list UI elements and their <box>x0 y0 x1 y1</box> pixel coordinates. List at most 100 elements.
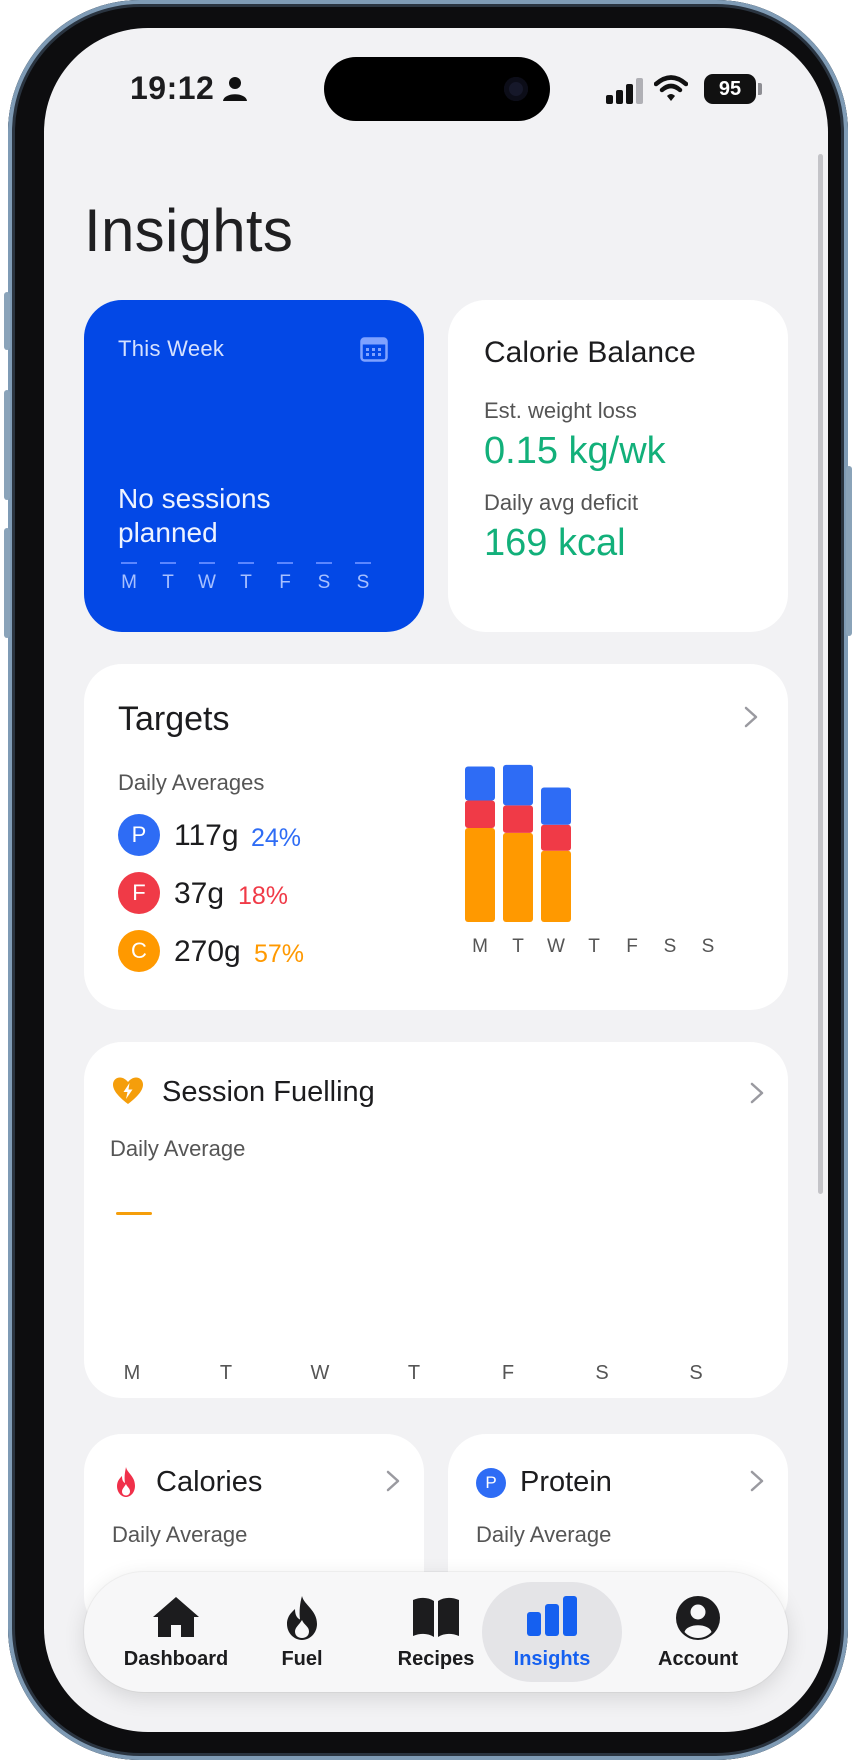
status-bar: 19:12 95 <box>44 28 828 148</box>
fuelling-day-label: S <box>595 1362 609 1384</box>
battery-indicator: 95 <box>704 74 756 104</box>
calories-subtitle: Daily Average <box>112 1522 248 1547</box>
tab-fuel[interactable]: Fuel <box>232 1582 372 1682</box>
fuelling-day-label: F <box>501 1362 515 1384</box>
flame-icon <box>287 1596 317 1640</box>
chart-day-label: T <box>512 936 524 957</box>
page-title: Insights <box>84 197 294 264</box>
chart-day-label: S <box>664 936 677 957</box>
heart-bolt-icon <box>113 1077 143 1104</box>
bar-segment-protein <box>465 766 495 801</box>
chart-day-label: W <box>547 936 565 957</box>
chevron-right-icon <box>750 1082 764 1104</box>
protein-percent: 24% <box>251 824 302 852</box>
week-day: S <box>348 562 378 594</box>
session-fuelling-subtitle: Daily Average <box>110 1136 246 1161</box>
bar-segment-fat <box>503 805 533 833</box>
bar-segment-fat <box>465 800 495 829</box>
session-fuelling-card[interactable]: Session Fuelling Daily Average M T W T F… <box>84 1042 788 1398</box>
phone-frame: 19:12 95 Insights This Week No sessions … <box>4 0 852 1760</box>
chevron-right-icon <box>744 706 758 728</box>
volume-up-button <box>4 390 10 500</box>
tab-label: Insights <box>513 1648 591 1670</box>
fuelling-day-label: W <box>310 1362 330 1384</box>
calorie-balance-card[interactable]: Calorie Balance Est. weight loss 0.15 kg… <box>448 300 788 632</box>
protein-icon: P <box>476 1468 506 1498</box>
screen: 19:12 95 Insights This Week No sessions … <box>44 28 828 1732</box>
chart-day-label: M <box>472 936 488 957</box>
protein-value: 117g <box>174 819 239 852</box>
fat-badge: F <box>118 872 160 914</box>
bar-chart-icon <box>527 1596 577 1636</box>
bar-segment-carbs <box>465 828 495 922</box>
person-circle-icon <box>676 1596 720 1640</box>
power-button <box>846 466 852 636</box>
chevron-right-icon <box>386 1470 400 1492</box>
bar-segment-protein <box>541 787 571 825</box>
tab-label: Account <box>658 1648 738 1670</box>
tab-dashboard[interactable]: Dashboard <box>106 1582 246 1682</box>
tab-bar: Dashboard Fuel Recipes Insights Account <box>84 1572 788 1692</box>
person-icon <box>223 77 247 101</box>
deficit-label: Daily avg deficit <box>484 490 639 515</box>
this-week-title: This Week <box>118 336 225 361</box>
tab-label: Fuel <box>281 1648 323 1670</box>
week-day: W <box>192 562 222 594</box>
dynamic-island <box>324 57 550 121</box>
bar-segment-carbs <box>541 850 571 922</box>
fuelling-day-label: M <box>123 1362 141 1384</box>
camera-icon <box>504 77 528 101</box>
protein-badge: P <box>118 814 160 856</box>
week-day: S <box>309 562 339 594</box>
this-week-card[interactable]: This Week No sessions planned M T W T F … <box>84 300 424 632</box>
empty-value-dash <box>116 1212 152 1215</box>
tab-account[interactable]: Account <box>628 1582 768 1682</box>
fuelling-day-label: T <box>219 1362 233 1384</box>
fuelling-day-label: T <box>407 1362 421 1384</box>
targets-stacked-bar-chart: MTWTFSS <box>465 764 715 957</box>
protein-title: Protein <box>520 1466 612 1498</box>
weight-loss-label: Est. weight loss <box>484 398 637 423</box>
battery-tip <box>758 83 762 95</box>
targets-subtitle: Daily Averages <box>118 770 265 795</box>
bar-segment-fat <box>541 824 571 851</box>
deficit-value: 169 kcal <box>484 522 626 564</box>
calorie-balance-title: Calorie Balance <box>484 336 696 369</box>
week-day: F <box>270 562 300 594</box>
scrollbar[interactable] <box>818 154 823 1194</box>
chart-day-label: S <box>702 936 715 957</box>
status-time: 19:12 <box>130 70 215 106</box>
session-fuelling-title: Session Fuelling <box>162 1076 375 1108</box>
tab-insights[interactable]: Insights <box>482 1582 622 1682</box>
book-icon <box>413 1597 459 1637</box>
chart-day-label: F <box>626 936 638 957</box>
week-day-strip: M T W T F S S <box>114 562 382 602</box>
action-button <box>4 292 10 350</box>
home-icon <box>153 1597 199 1637</box>
week-day: T <box>153 562 183 594</box>
volume-down-button <box>4 528 10 638</box>
fuelling-day-label: S <box>689 1362 703 1384</box>
wifi-icon <box>654 75 688 101</box>
carbs-badge: C <box>118 930 160 972</box>
calories-title: Calories <box>156 1466 263 1498</box>
carbs-percent: 57% <box>254 940 305 968</box>
fuelling-day-axis: M T W T F S S <box>112 1362 772 1388</box>
fire-icon <box>117 1467 135 1497</box>
targets-card[interactable]: Targets Daily Averages P 117g 24% F 37g … <box>84 664 788 1010</box>
fat-value: 37g <box>174 877 225 910</box>
calendar-icon <box>360 337 388 362</box>
chart-day-label: T <box>588 936 600 957</box>
week-day: M <box>114 562 144 594</box>
signal-icon <box>606 78 643 104</box>
no-sessions-message: No sessions planned <box>118 483 271 548</box>
week-day: T <box>231 562 261 594</box>
carbs-value: 270g <box>174 935 241 968</box>
targets-title: Targets <box>118 700 230 738</box>
bar-segment-carbs <box>503 832 533 922</box>
tab-label: Dashboard <box>123 1648 229 1670</box>
fat-percent: 18% <box>238 882 289 910</box>
chevron-right-icon <box>750 1470 764 1492</box>
protein-subtitle: Daily Average <box>476 1522 612 1547</box>
bar-segment-protein <box>503 764 533 806</box>
